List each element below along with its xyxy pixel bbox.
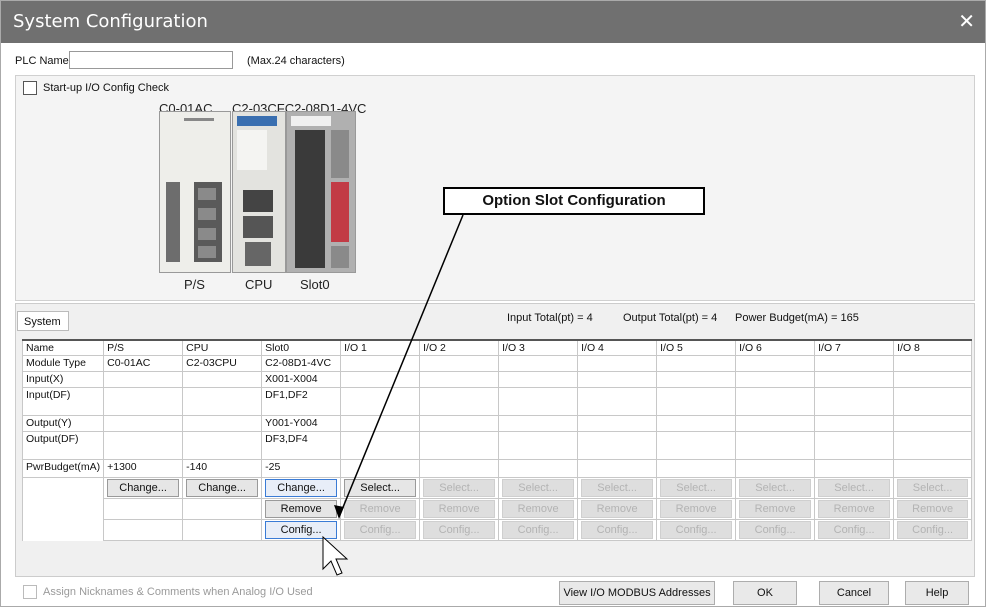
mouse-cursor-icon xyxy=(322,535,349,576)
system-configuration-window: System Configuration ✕ PLC Name (Max.24 … xyxy=(0,0,986,607)
assign-nicknames-label: Assign Nicknames & Comments when Analog … xyxy=(43,585,313,598)
view-modbus-button[interactable]: View I/O MODBUS Addresses xyxy=(559,581,715,605)
assign-nicknames-check: Assign Nicknames & Comments when Analog … xyxy=(23,585,313,599)
callout-arrow-head xyxy=(334,505,344,519)
checkbox-icon xyxy=(23,585,37,599)
ok-button[interactable]: OK xyxy=(733,581,797,605)
help-button[interactable]: Help xyxy=(905,581,969,605)
callout-arrow-line xyxy=(338,214,464,518)
callout-arrow-overlay xyxy=(322,214,464,576)
cancel-button[interactable]: Cancel xyxy=(819,581,889,605)
